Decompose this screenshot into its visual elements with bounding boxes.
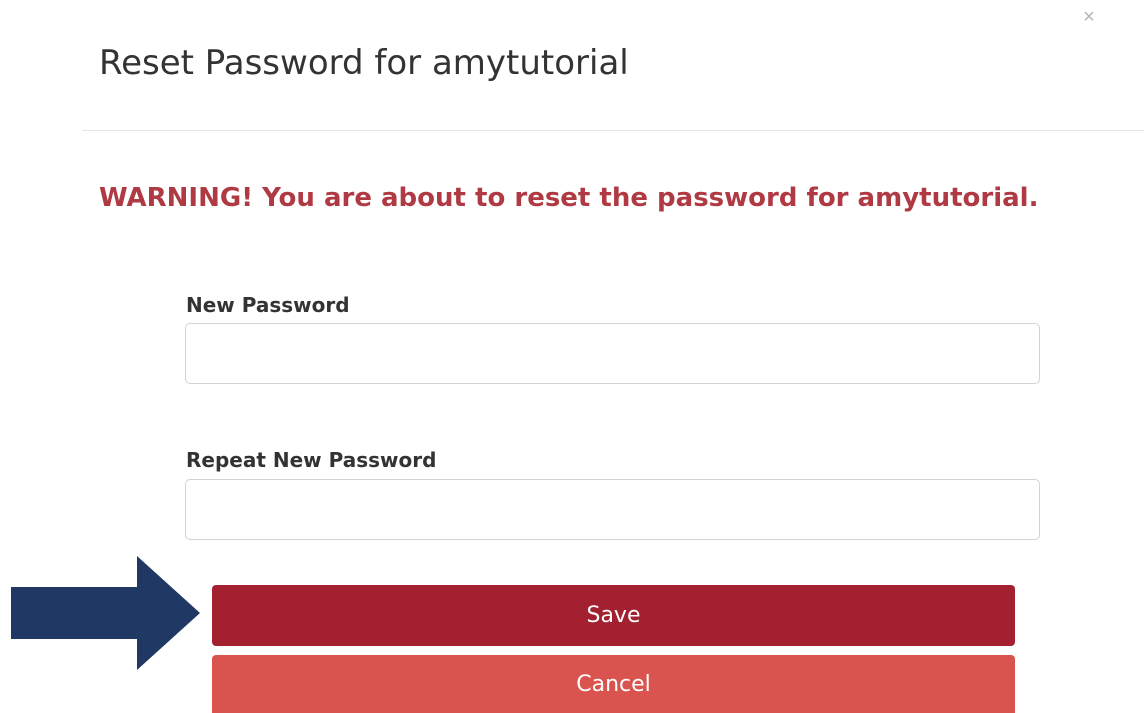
save-button[interactable]: Save [212, 585, 1015, 646]
right-arrow-icon [11, 556, 200, 670]
repeat-password-label: Repeat New Password [186, 448, 437, 472]
repeat-password-input[interactable] [185, 479, 1040, 540]
dialog-title: Reset Password for amytutorial [99, 43, 629, 83]
cancel-button[interactable]: Cancel [212, 655, 1015, 713]
warning-message: WARNING! You are about to reset the pass… [99, 183, 1039, 213]
reset-password-dialog: × Reset Password for amytutorial WARNING… [0, 0, 1144, 713]
close-icon[interactable]: × [1079, 7, 1099, 27]
header-divider [82, 130, 1144, 131]
new-password-label: New Password [186, 293, 350, 317]
new-password-input[interactable] [185, 323, 1040, 384]
